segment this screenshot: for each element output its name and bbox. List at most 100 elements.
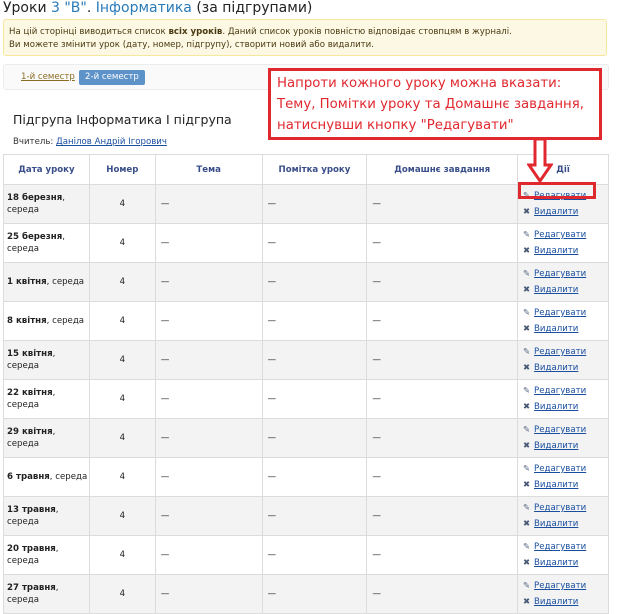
edit-link[interactable]: Редагувати (534, 581, 586, 591)
lesson-weekday: середа (7, 556, 39, 566)
cell-topic: — (154, 379, 263, 419)
lesson-weekday: середа (7, 244, 39, 254)
edit-action[interactable]: ✎ Редагувати (522, 539, 607, 555)
cell-topic: — (154, 535, 263, 575)
delete-action[interactable]: ✖ Видалити (522, 438, 607, 454)
lesson-day: 1 квітня (7, 277, 47, 287)
cell-number: 4 (88, 223, 156, 263)
lesson-day: 13 травня (7, 505, 56, 515)
delete-link[interactable]: Видалити (534, 324, 578, 334)
col-topic-header[interactable]: Тема (154, 154, 263, 185)
table-row: 22 квітня, середа 4— — — ✎ Редагувати ✖ Видалити (3, 379, 609, 419)
cell-actions: ✎ Редагувати ✖ Видалити (517, 379, 609, 419)
delete-action[interactable]: ✖ Видалити (522, 321, 607, 337)
delete-link[interactable]: Видалити (534, 285, 578, 295)
col-note-header[interactable]: Помітка уроку (261, 154, 368, 185)
delete-action[interactable]: ✖ Видалити (522, 282, 607, 298)
lesson-weekday: середа (7, 361, 39, 371)
delete-action[interactable]: ✖ Видалити (522, 594, 607, 610)
lesson-day: 15 квітня (7, 349, 53, 359)
cell-number: 4 (88, 535, 156, 575)
lesson-weekday: середа (7, 517, 39, 527)
edit-action[interactable]: ✎ Редагувати (522, 422, 607, 438)
delete-icon: ✖ (522, 285, 531, 295)
delete-link[interactable]: Видалити (534, 558, 578, 568)
cell-note: — (261, 262, 368, 302)
cell-topic: — (154, 340, 263, 380)
edit-link[interactable]: Редагувати (534, 347, 586, 357)
cell-number: 4 (88, 184, 156, 224)
edit-link[interactable]: Редагувати (534, 542, 586, 552)
delete-link[interactable]: Видалити (534, 363, 578, 373)
col-homework-header[interactable]: Домашнє завдання (366, 154, 519, 185)
delete-action[interactable]: ✖ Видалити (522, 243, 607, 259)
cell-actions: ✎ Редагувати ✖ Видалити (517, 301, 609, 341)
edit-link[interactable]: Редагувати (534, 503, 586, 513)
cell-date: 6 травня, середа (3, 457, 90, 497)
cell-homework: — (366, 184, 519, 224)
delete-link[interactable]: Видалити (534, 246, 578, 256)
delete-icon: ✖ (522, 246, 531, 256)
edit-link[interactable]: Редагувати (534, 269, 586, 279)
delete-link[interactable]: Видалити (534, 597, 578, 607)
cell-topic: — (154, 496, 263, 536)
edit-link[interactable]: Редагувати (534, 230, 586, 240)
edit-link[interactable]: Редагувати (534, 386, 586, 396)
delete-action[interactable]: ✖ Видалити (522, 477, 607, 493)
edit-highlight-box (518, 182, 596, 199)
info-line-2: Ви можете змінити урок (дату, номер, під… (9, 40, 374, 51)
table-header-row: Дата уроку Номер Тема Помітка уроку Дома… (3, 154, 609, 185)
delete-action[interactable]: ✖ Видалити (522, 399, 607, 415)
delete-link[interactable]: Видалити (534, 519, 578, 529)
cell-topic: — (154, 301, 263, 341)
class-link[interactable]: 3 "В" (51, 0, 87, 16)
delete-action[interactable]: ✖ Видалити (522, 555, 607, 571)
edit-action[interactable]: ✎ Редагувати (522, 227, 607, 243)
table-row: 15 квітня, середа 4— — — ✎ Редагувати ✖ Видалити (3, 340, 609, 380)
edit-icon: ✎ (522, 425, 531, 435)
table-row: 29 квітня, середа 4— — — ✎ Редагувати ✖ Видалити (3, 418, 609, 458)
edit-action[interactable]: ✎ Редагувати (522, 578, 607, 594)
delete-link[interactable]: Видалити (534, 402, 578, 412)
col-date-header[interactable]: Дата уроку (3, 154, 90, 185)
delete-link[interactable]: Видалити (534, 441, 578, 451)
delete-action[interactable]: ✖ Видалити (522, 360, 607, 376)
teacher-line: Вчитель: Данілов Андрій Ігорович (13, 137, 167, 147)
col-number-header[interactable]: Номер (88, 154, 156, 185)
teacher-link[interactable]: Данілов Андрій Ігорович (56, 137, 167, 147)
cell-homework: — (366, 457, 519, 497)
title-sep: . (86, 0, 96, 16)
delete-link[interactable]: Видалити (534, 207, 578, 217)
edit-action[interactable]: ✎ Редагувати (522, 344, 607, 360)
cell-number: 4 (88, 301, 156, 341)
delete-icon: ✖ (522, 519, 531, 529)
edit-icon: ✎ (522, 503, 531, 513)
lesson-day: 20 травня (7, 544, 56, 554)
table-row: 13 травня, середа 4— — — ✎ Редагувати ✖ Видалити (3, 496, 609, 536)
edit-action[interactable]: ✎ Редагувати (522, 461, 607, 477)
edit-action[interactable]: ✎ Редагувати (522, 266, 607, 282)
cell-homework: — (366, 262, 519, 302)
delete-action[interactable]: ✖ Видалити (522, 516, 607, 532)
cell-homework: — (366, 496, 519, 536)
lesson-weekday: середа (7, 205, 39, 215)
table-row: 25 березня, середа 4— — — ✎ Редагувати ✖ Видалит… (3, 223, 609, 263)
edit-icon: ✎ (522, 347, 531, 357)
subject-link[interactable]: Інформатика (96, 0, 192, 16)
delete-icon: ✖ (522, 597, 531, 607)
cell-date: 29 квітня, середа (3, 418, 90, 458)
tab-semester-2[interactable]: 2-й семестр (79, 70, 145, 85)
edit-link[interactable]: Редагувати (534, 464, 586, 474)
edit-link[interactable]: Редагувати (534, 308, 586, 318)
delete-link[interactable]: Видалити (534, 480, 578, 490)
edit-link[interactable]: Редагувати (534, 425, 586, 435)
lesson-weekday: середа (52, 277, 85, 287)
delete-action[interactable]: ✖ Видалити (522, 204, 607, 220)
cell-actions: ✎ Редагувати ✖ Видалити (517, 262, 609, 302)
edit-action[interactable]: ✎ Редагувати (522, 383, 607, 399)
tab-semester-1[interactable]: 1-й семестр (15, 70, 81, 85)
lessons-table: Дата уроку Номер Тема Помітка уроку Дома… (3, 154, 609, 614)
edit-action[interactable]: ✎ Редагувати (522, 500, 607, 516)
edit-action[interactable]: ✎ Редагувати (522, 305, 607, 321)
cell-topic: — (154, 262, 263, 302)
